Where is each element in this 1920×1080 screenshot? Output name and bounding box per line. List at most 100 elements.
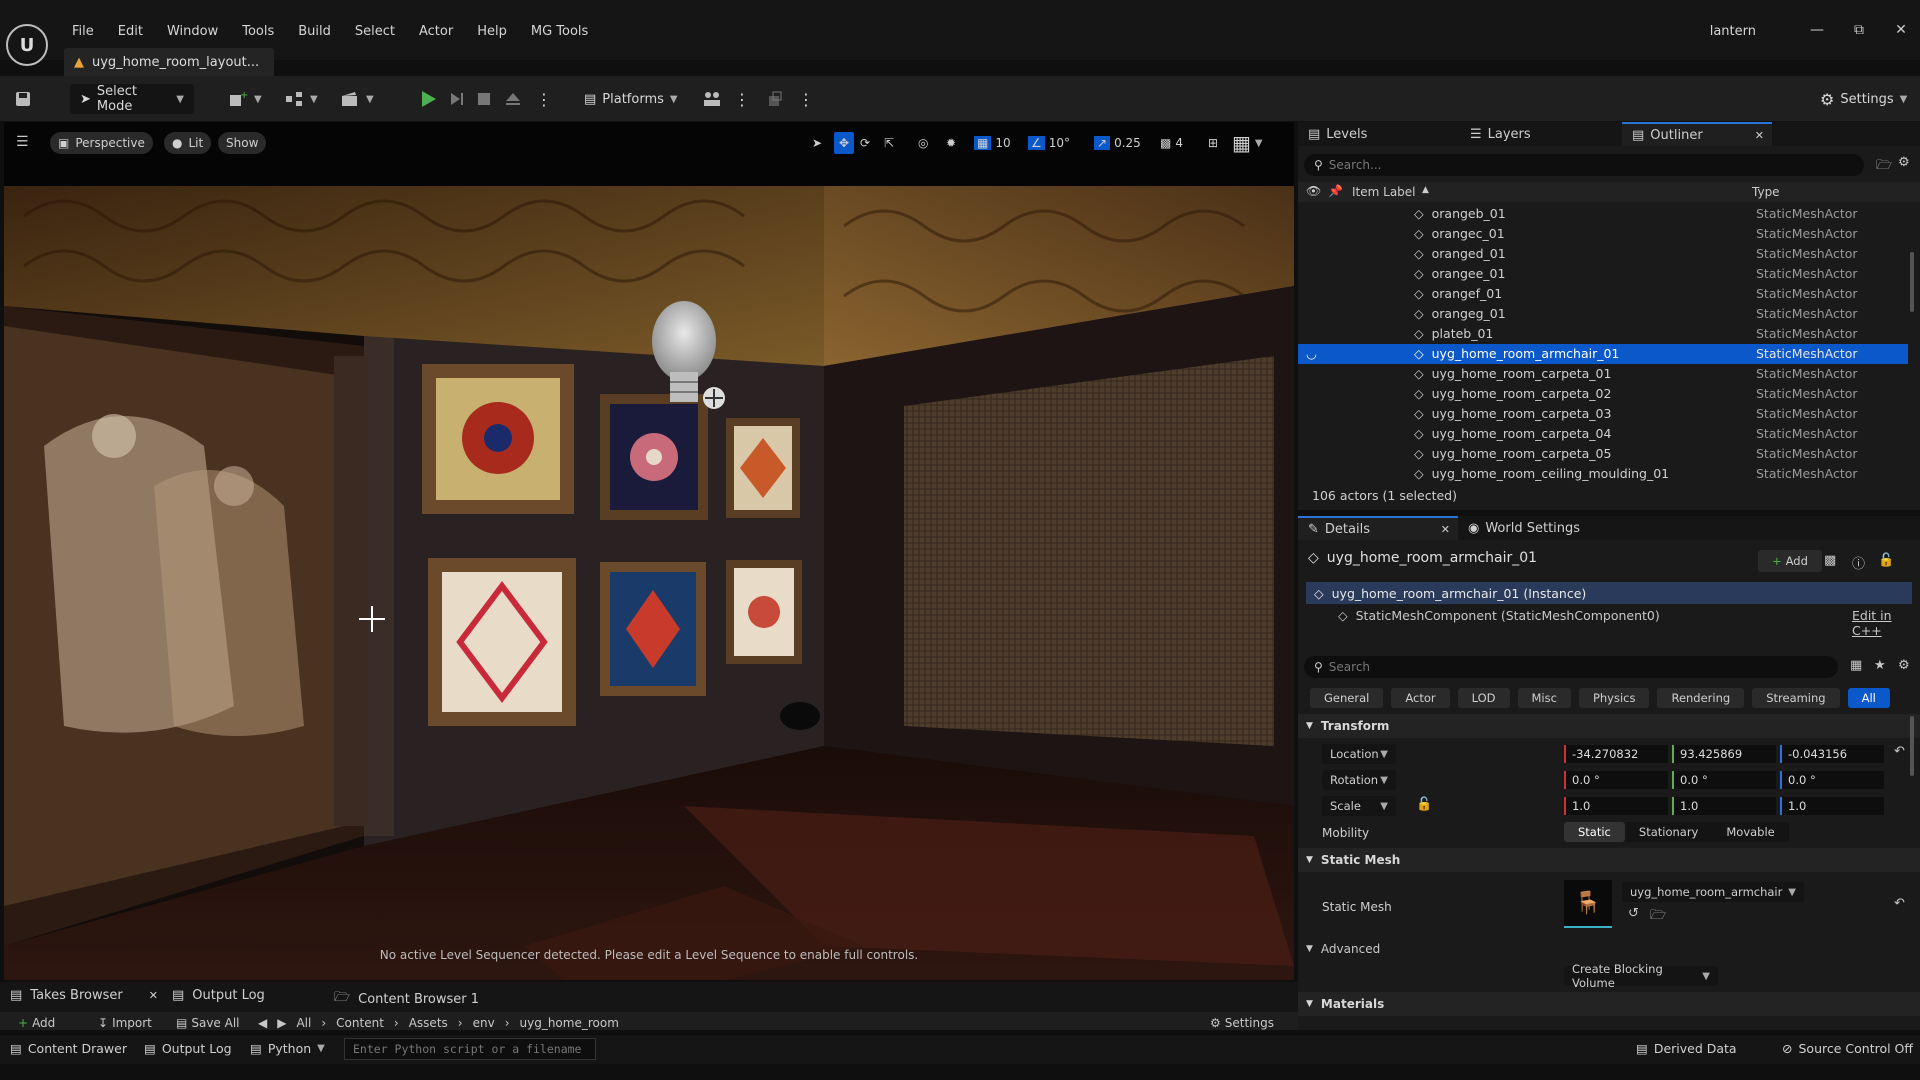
select-mode-dropdown[interactable]: ➤ Select Mode ▼ [70,84,194,114]
help-icon[interactable]: ⓘ [1852,553,1865,572]
content-drawer-button[interactable]: ▤ Content Drawer [10,1041,127,1056]
scale-lock-icon[interactable]: 🔓 [1416,797,1432,812]
surface-snap-icon[interactable]: ✹ [946,132,956,154]
menu-select[interactable]: Select [343,22,407,42]
crumb-env[interactable]: env [473,1016,495,1030]
save-icon[interactable] [14,84,32,114]
select-tool-icon[interactable]: ➤ [812,132,822,154]
gear-icon[interactable]: ⚙ [1898,155,1910,170]
filter-streaming[interactable]: Streaming [1752,688,1840,708]
more-options-icon[interactable]: ⋮ [798,84,814,114]
outliner-search-input[interactable]: ⚲ Search... [1304,154,1864,176]
add-folder-icon[interactable]: 🗁 [1876,156,1892,178]
visibility-eye-icon[interactable]: 👁 [1306,184,1321,198]
restore-icon[interactable]: ⧉ [1848,22,1870,38]
crumb-assets[interactable]: Assets [409,1016,448,1030]
eject-icon[interactable] [504,84,522,114]
translate-tool-icon[interactable]: ✥ [834,132,854,154]
scale-tool-icon[interactable]: ⇱ [884,132,894,154]
outliner-row[interactable]: ◇ uyg_home_room_carpeta_02 StaticMeshActor [1298,384,1908,404]
hamburger-menu-icon[interactable]: ☰ [16,134,29,150]
star-icon[interactable]: ★ [1874,658,1886,673]
details-scrollbar[interactable] [1910,716,1914,776]
menu-help[interactable]: Help [465,22,519,42]
play-button[interactable] [418,84,438,114]
static-mesh-section[interactable]: ▼ Static Mesh [1298,848,1920,872]
actor-name[interactable]: uyg_home_room_armchair_01 [1327,550,1537,566]
add-component-button[interactable]: + Add [1758,550,1822,572]
filter-all[interactable]: All [1847,688,1890,708]
outliner-row[interactable]: ◇ orangeg_01 StaticMeshActor [1298,304,1908,324]
static-mesh-dropdown[interactable]: uyg_home_room_armchair ▼ [1622,882,1804,902]
instance-row[interactable]: ◇ uyg_home_room_armchair_01 (Instance) [1306,582,1912,604]
settings-dropdown[interactable]: ⚙ Settings ▼ [1820,84,1907,114]
location-z-input[interactable]: -0.043156 [1780,745,1884,763]
rotation-x-input[interactable]: 0.0 ° [1564,771,1668,789]
component-row[interactable]: ◇ StaticMeshComponent (StaticMeshCompone… [1338,608,1660,623]
history-forward-icon[interactable]: ▶ [277,1016,286,1030]
rotate-tool-icon[interactable]: ⟳ [860,132,870,154]
advance-frame-icon[interactable] [448,84,466,114]
pin-icon[interactable]: 📌 [1328,184,1343,198]
details-search-input[interactable]: ⚲ Search [1304,656,1838,678]
menu-build[interactable]: Build [286,22,343,42]
outliner-row[interactable]: ◇ orangec_01 StaticMeshActor [1298,224,1908,244]
camera-speed-button[interactable]: ▩ 4 [1160,132,1183,154]
minimize-icon[interactable]: — [1806,22,1828,38]
location-x-input[interactable]: -34.270832 [1564,745,1668,763]
mobility-movable[interactable]: Movable [1712,822,1788,842]
scale-x-input[interactable]: 1.0 [1564,797,1668,815]
blueprint-button[interactable]: ▼ [284,84,318,114]
visibility-eye-icon[interactable]: ◡ [1306,346,1317,361]
rotation-z-input[interactable]: 0.0 ° [1780,771,1884,789]
perspective-button[interactable]: ▣ Perspective [50,132,153,154]
menu-file[interactable]: File [60,22,106,42]
output-log-button[interactable]: ▤ Output Log [144,1041,232,1056]
transform-section[interactable]: ▼ Transform [1298,714,1920,738]
python-dropdown[interactable]: ▤ Python ▼ [250,1041,325,1056]
close-icon[interactable]: ✕ [1890,22,1912,38]
scene-render[interactable] [4,186,1294,980]
grid-snap-toggle[interactable]: ▦ 10 [974,132,1011,154]
layout-dropdown[interactable]: ▦ ▼ [1232,131,1263,155]
tab-content-browser[interactable]: 🗁 Content Browser 1 [334,988,479,1010]
tab-details[interactable]: ✎ Details ✕ [1298,516,1458,540]
advanced-section[interactable]: ▼ Advanced [1306,942,1380,956]
blueprint-icon[interactable]: ▩ [1824,553,1836,568]
history-back-icon[interactable]: ◀ [258,1016,267,1030]
cb-save-all-button[interactable]: ▤ Save All [176,1016,240,1030]
outliner-row[interactable]: ◇ uyg_home_room_carpeta_03 StaticMeshActor [1298,404,1908,424]
outliner-row[interactable]: ◇ orangeb_01 StaticMeshActor [1298,204,1908,224]
filter-actor[interactable]: Actor [1391,688,1450,708]
outliner-row[interactable]: ◇ oranged_01 StaticMeshActor [1298,244,1908,264]
lit-button[interactable]: ● Lit [164,132,212,154]
scale-y-input[interactable]: 1.0 [1672,797,1776,815]
level-document-tab[interactable]: ▲ uyg_home_room_layout... [64,48,274,76]
play-options-icon[interactable]: ⋮ [536,84,552,114]
maximize-viewport-icon[interactable]: ⊞ [1208,132,1218,154]
outliner-row[interactable]: ◇ uyg_home_room_carpeta_01 StaticMeshActor [1298,364,1908,384]
platforms-dropdown[interactable]: ▤ Platforms ▼ [584,84,678,114]
reset-arrow-icon[interactable]: ↶ [1894,744,1905,759]
mobility-stationary[interactable]: Stationary [1625,822,1712,842]
more-options-icon[interactable]: ⋮ [734,84,750,114]
filter-general[interactable]: General [1310,688,1384,708]
outliner-row[interactable]: ◇ orangef_01 StaticMeshActor [1298,284,1908,304]
tab-outliner[interactable]: ▤ Outliner ✕ [1622,122,1772,146]
cinematics-button[interactable]: ▼ [340,84,374,114]
gear-icon[interactable]: ⚙ [1898,658,1910,673]
mobility-static[interactable]: Static [1564,822,1625,842]
materials-section[interactable]: ▼ Materials [1298,992,1920,1016]
source-control-button[interactable]: ⊘ Source Control Off [1782,1041,1913,1056]
lock-icon[interactable]: 🔓 [1878,553,1894,568]
world-space-icon[interactable]: ◎ [918,132,928,154]
reset-arrow-icon[interactable]: ↶ [1894,896,1905,911]
derived-data-button[interactable]: ▤ Derived Data [1636,1041,1737,1056]
menu-window[interactable]: Window [155,22,230,42]
location-dropdown[interactable]: Location ▼ [1322,744,1396,764]
table-view-icon[interactable]: ▦ [1850,658,1862,673]
show-button[interactable]: Show [218,132,267,154]
source-control-icon[interactable] [702,84,722,114]
modeling-icon[interactable] [766,84,784,114]
outliner-row[interactable]: ◇ uyg_home_room_ceiling_moulding_01 Static… [1298,464,1908,484]
